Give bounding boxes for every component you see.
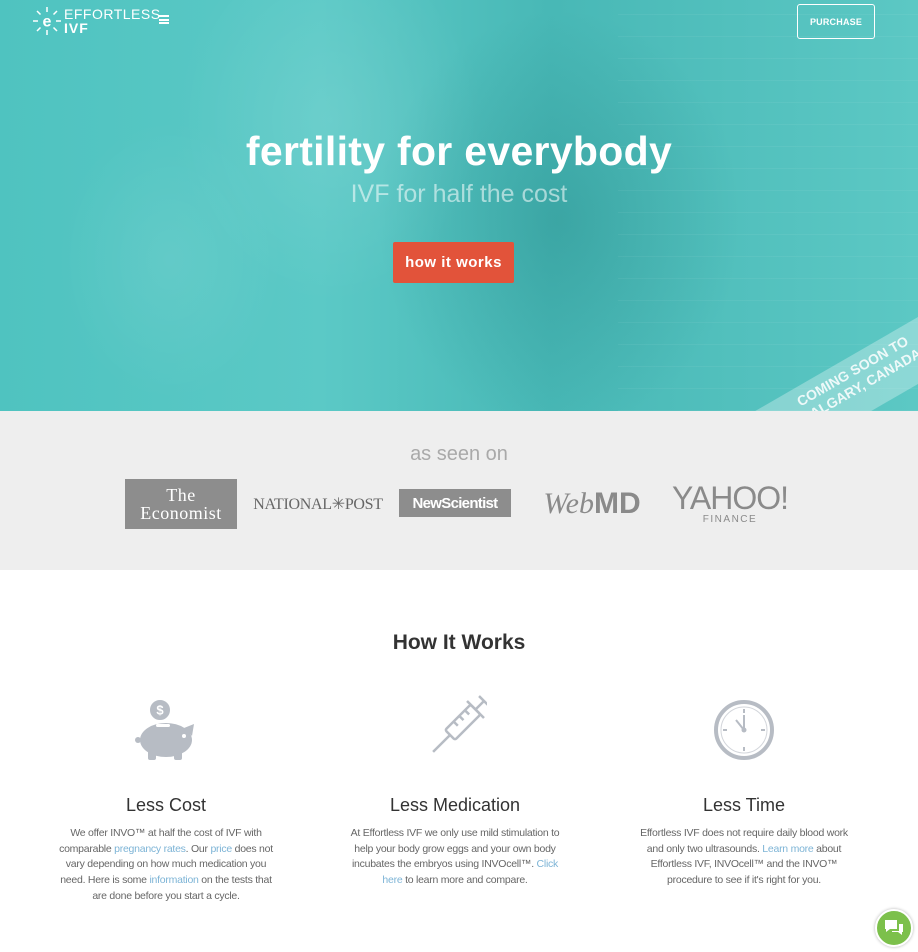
feature-heading: Less Cost (125, 795, 207, 815)
feature-description: At Effortless IVF we only use mild stimu… (350, 827, 560, 887)
new-scientist-logo: NewScientist (399, 489, 511, 517)
webmd-logo: Web MD (536, 479, 648, 529)
yahoo-logo-text: YAHOO! (671, 480, 789, 516)
hero-headline: fertility for everybody (245, 128, 673, 174)
hero-banner: e EFFORTLESS IVF PURCHASE fertility for … (0, 0, 918, 411)
feature-less-time: Less Time Effortless IVF does not requir… (634, 690, 854, 889)
yahoo-finance-text: FINANCE (702, 514, 758, 525)
svg-text:e: e (43, 14, 52, 31)
pregnancy-rates-link[interactable]: pregnancy rates (114, 843, 186, 855)
how-it-works-button[interactable]: how it works (393, 242, 514, 283)
syringe-icon (432, 695, 487, 753)
how-it-works-title: How It Works (392, 631, 526, 654)
yahoo-finance-logo: YAHOO! FINANCE (671, 479, 789, 529)
feature-less-cost: $ Less Cost We offer INVO™ at half the c… (56, 690, 276, 905)
learn-more-link[interactable]: Learn more (762, 843, 813, 855)
logo-text-effortless: EFFORTLESS (64, 6, 161, 22)
feature-heading: Less Medication (389, 795, 521, 815)
economist-logo: The Economist (125, 479, 237, 529)
hero-subheadline: IVF for half the cost (350, 180, 568, 208)
feature-description: Effortless IVF does not require daily bl… (640, 827, 848, 887)
national-post-logo: NATIONAL✳POST (253, 496, 383, 513)
chat-widget-button[interactable] (875, 909, 913, 947)
webmd-logo-web: Web (543, 487, 594, 520)
piggy-bank-icon: $ (135, 698, 194, 760)
feature-description: We offer INVO™ at half the cost of IVF w… (59, 827, 273, 902)
svg-text:$: $ (156, 703, 164, 718)
hamburger-menu-icon[interactable] (159, 15, 169, 24)
press-title: as seen on (410, 443, 508, 465)
economist-logo-line-2: Economist (140, 503, 222, 523)
webmd-logo-md: MD (593, 487, 641, 520)
price-link[interactable]: price (210, 843, 232, 855)
feature-less-medication: Less Medication At Effortless IVF we onl… (345, 690, 565, 889)
logo-text-ivf: IVF (64, 20, 89, 36)
clock-icon (714, 700, 774, 760)
chat-bubbles-icon (885, 920, 903, 935)
logo-sun-icon: e (33, 7, 61, 35)
purchase-button[interactable]: PURCHASE (797, 4, 875, 39)
feature-heading: Less Time (702, 795, 786, 815)
information-link[interactable]: information (149, 874, 198, 886)
economist-logo-line-1: The (166, 485, 196, 505)
site-logo[interactable]: e EFFORTLESS IVF (32, 6, 161, 36)
press-section: as seen on The Economist NATIONAL✳POST N… (0, 411, 918, 570)
